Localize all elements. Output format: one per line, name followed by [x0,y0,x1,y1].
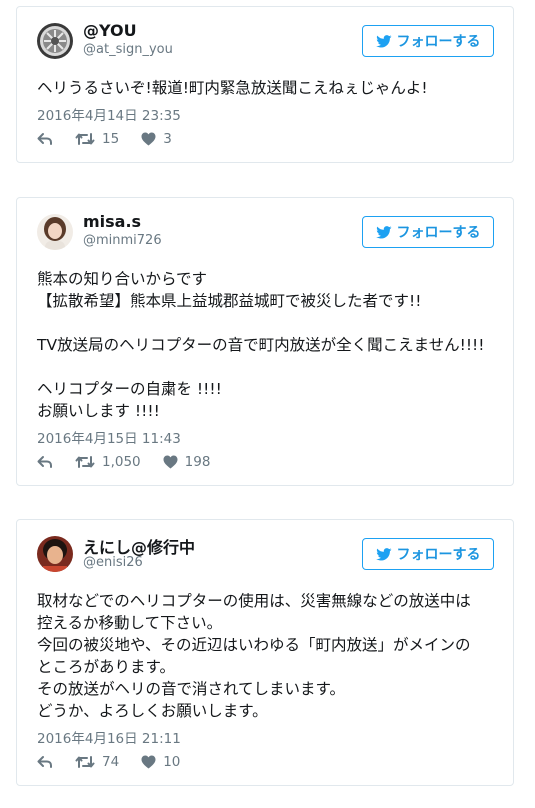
user-handle[interactable]: @enisi26 [83,555,143,570]
user-handle[interactable]: @minmi726 [83,233,162,248]
like-button[interactable]: 10 [141,754,180,770]
reply-icon [37,756,52,768]
tweet-card: @YOU @at_sign_you フォローする ヘリうるさいぞ!報道!町内緊急… [16,6,514,163]
display-name[interactable]: misa.s [83,212,141,231]
person-photo-avatar-icon [37,536,73,572]
like-button[interactable]: 198 [163,454,211,470]
timestamp[interactable]: 2016年4月14日 23:35 [37,104,181,124]
tweet-text-line: ところがあります。 [37,658,175,676]
tweet-actions: 15 3 [37,129,172,149]
retweet-button[interactable]: 74 [75,754,119,770]
timestamp[interactable]: 2016年4月15日 11:43 [37,427,181,447]
twitter-bird-icon [375,34,392,47]
tweet-text-line: TV放送局のヘリコプターの音で町内放送が全く聞こえません!!!! [37,336,485,354]
retweet-button[interactable]: 1,050 [75,454,141,470]
retweet-icon [75,756,95,768]
avatar[interactable] [37,23,73,59]
twitter-bird-icon [375,547,392,560]
follow-label: フォローする [396,547,481,563]
reply-button[interactable] [37,455,75,469]
avatar[interactable] [37,214,73,250]
follow-button[interactable]: フォローする [362,25,494,57]
tweet-text-line: 今回の被災地や、その近辺はいわゆる「町内放送」がメインの [37,636,471,654]
tweet-blank-line [37,356,499,378]
reply-icon [37,133,52,145]
tweet-text-line: その放送がヘリの音で消されてしまいます。 [37,680,345,698]
retweet-count: 1,050 [102,454,141,470]
follow-button[interactable]: フォローする [362,538,494,570]
tweet-text-line: どうか、よろしくお願いします。 [37,702,268,720]
retweet-button[interactable]: 15 [75,131,119,147]
heart-icon [141,755,156,769]
tweet-actions: 74 10 [37,752,180,772]
tweet-blank-line [37,312,499,334]
tweet-text-line: ヘリうるさいぞ!報道!町内緊急放送聞こえねぇじゃんよ! [37,79,428,97]
tweet-text-line: 取材などでのヘリコプターの使用は、災害無線などの放送中は [37,592,471,610]
tweet-card: えにし@修行中 @enisi26 フォローする 取材などでのヘリコプターの使用は… [16,519,514,786]
like-button[interactable]: 3 [141,131,172,147]
follow-button[interactable]: フォローする [362,216,494,248]
reply-button[interactable] [37,132,75,146]
retweet-count: 74 [102,754,120,770]
reply-button[interactable] [37,755,75,769]
tweet-text-line: 熊本の知り合いからです [37,270,208,288]
user-handle[interactable]: @at_sign_you [83,42,173,57]
heart-icon [141,132,156,146]
car-wheel-avatar-icon [37,23,73,59]
avatar[interactable] [37,536,73,572]
twitter-bird-icon [375,225,392,238]
person-photo-avatar-icon [37,214,73,250]
tweet-text: 取材などでのヘリコプターの使用は、災害無線などの放送中は 控えるか移動して下さい… [37,590,499,722]
display-name[interactable]: @YOU [83,21,137,40]
like-count: 10 [163,754,181,770]
reply-icon [37,456,52,468]
tweet-text-line: 【拡散希望】熊本県上益城郡益城町で被災した者です!! [37,292,422,310]
follow-label: フォローする [396,225,481,241]
tweet-text-line: ヘリコプターの自粛を !!!! [37,380,222,398]
retweet-icon [75,456,95,468]
tweet-text-line: 控えるか移動して下さい。 [37,614,223,632]
like-count: 198 [184,454,211,470]
heart-icon [163,455,178,469]
tweet-text: 熊本の知り合いからです 【拡散希望】熊本県上益城郡益城町で被災した者です!! T… [37,268,499,422]
retweet-count: 15 [102,131,120,147]
like-count: 3 [163,131,172,147]
retweet-icon [75,133,95,145]
timestamp[interactable]: 2016年4月16日 21:11 [37,727,181,747]
tweet-text-line: お願いします !!!! [37,402,160,420]
tweet-text: ヘリうるさいぞ!報道!町内緊急放送聞こえねぇじゃんよ! [37,77,499,99]
tweet-actions: 1,050 198 [37,452,210,472]
follow-label: フォローする [396,34,481,50]
tweet-card: misa.s @minmi726 フォローする 熊本の知り合いからです 【拡散希… [16,197,514,486]
